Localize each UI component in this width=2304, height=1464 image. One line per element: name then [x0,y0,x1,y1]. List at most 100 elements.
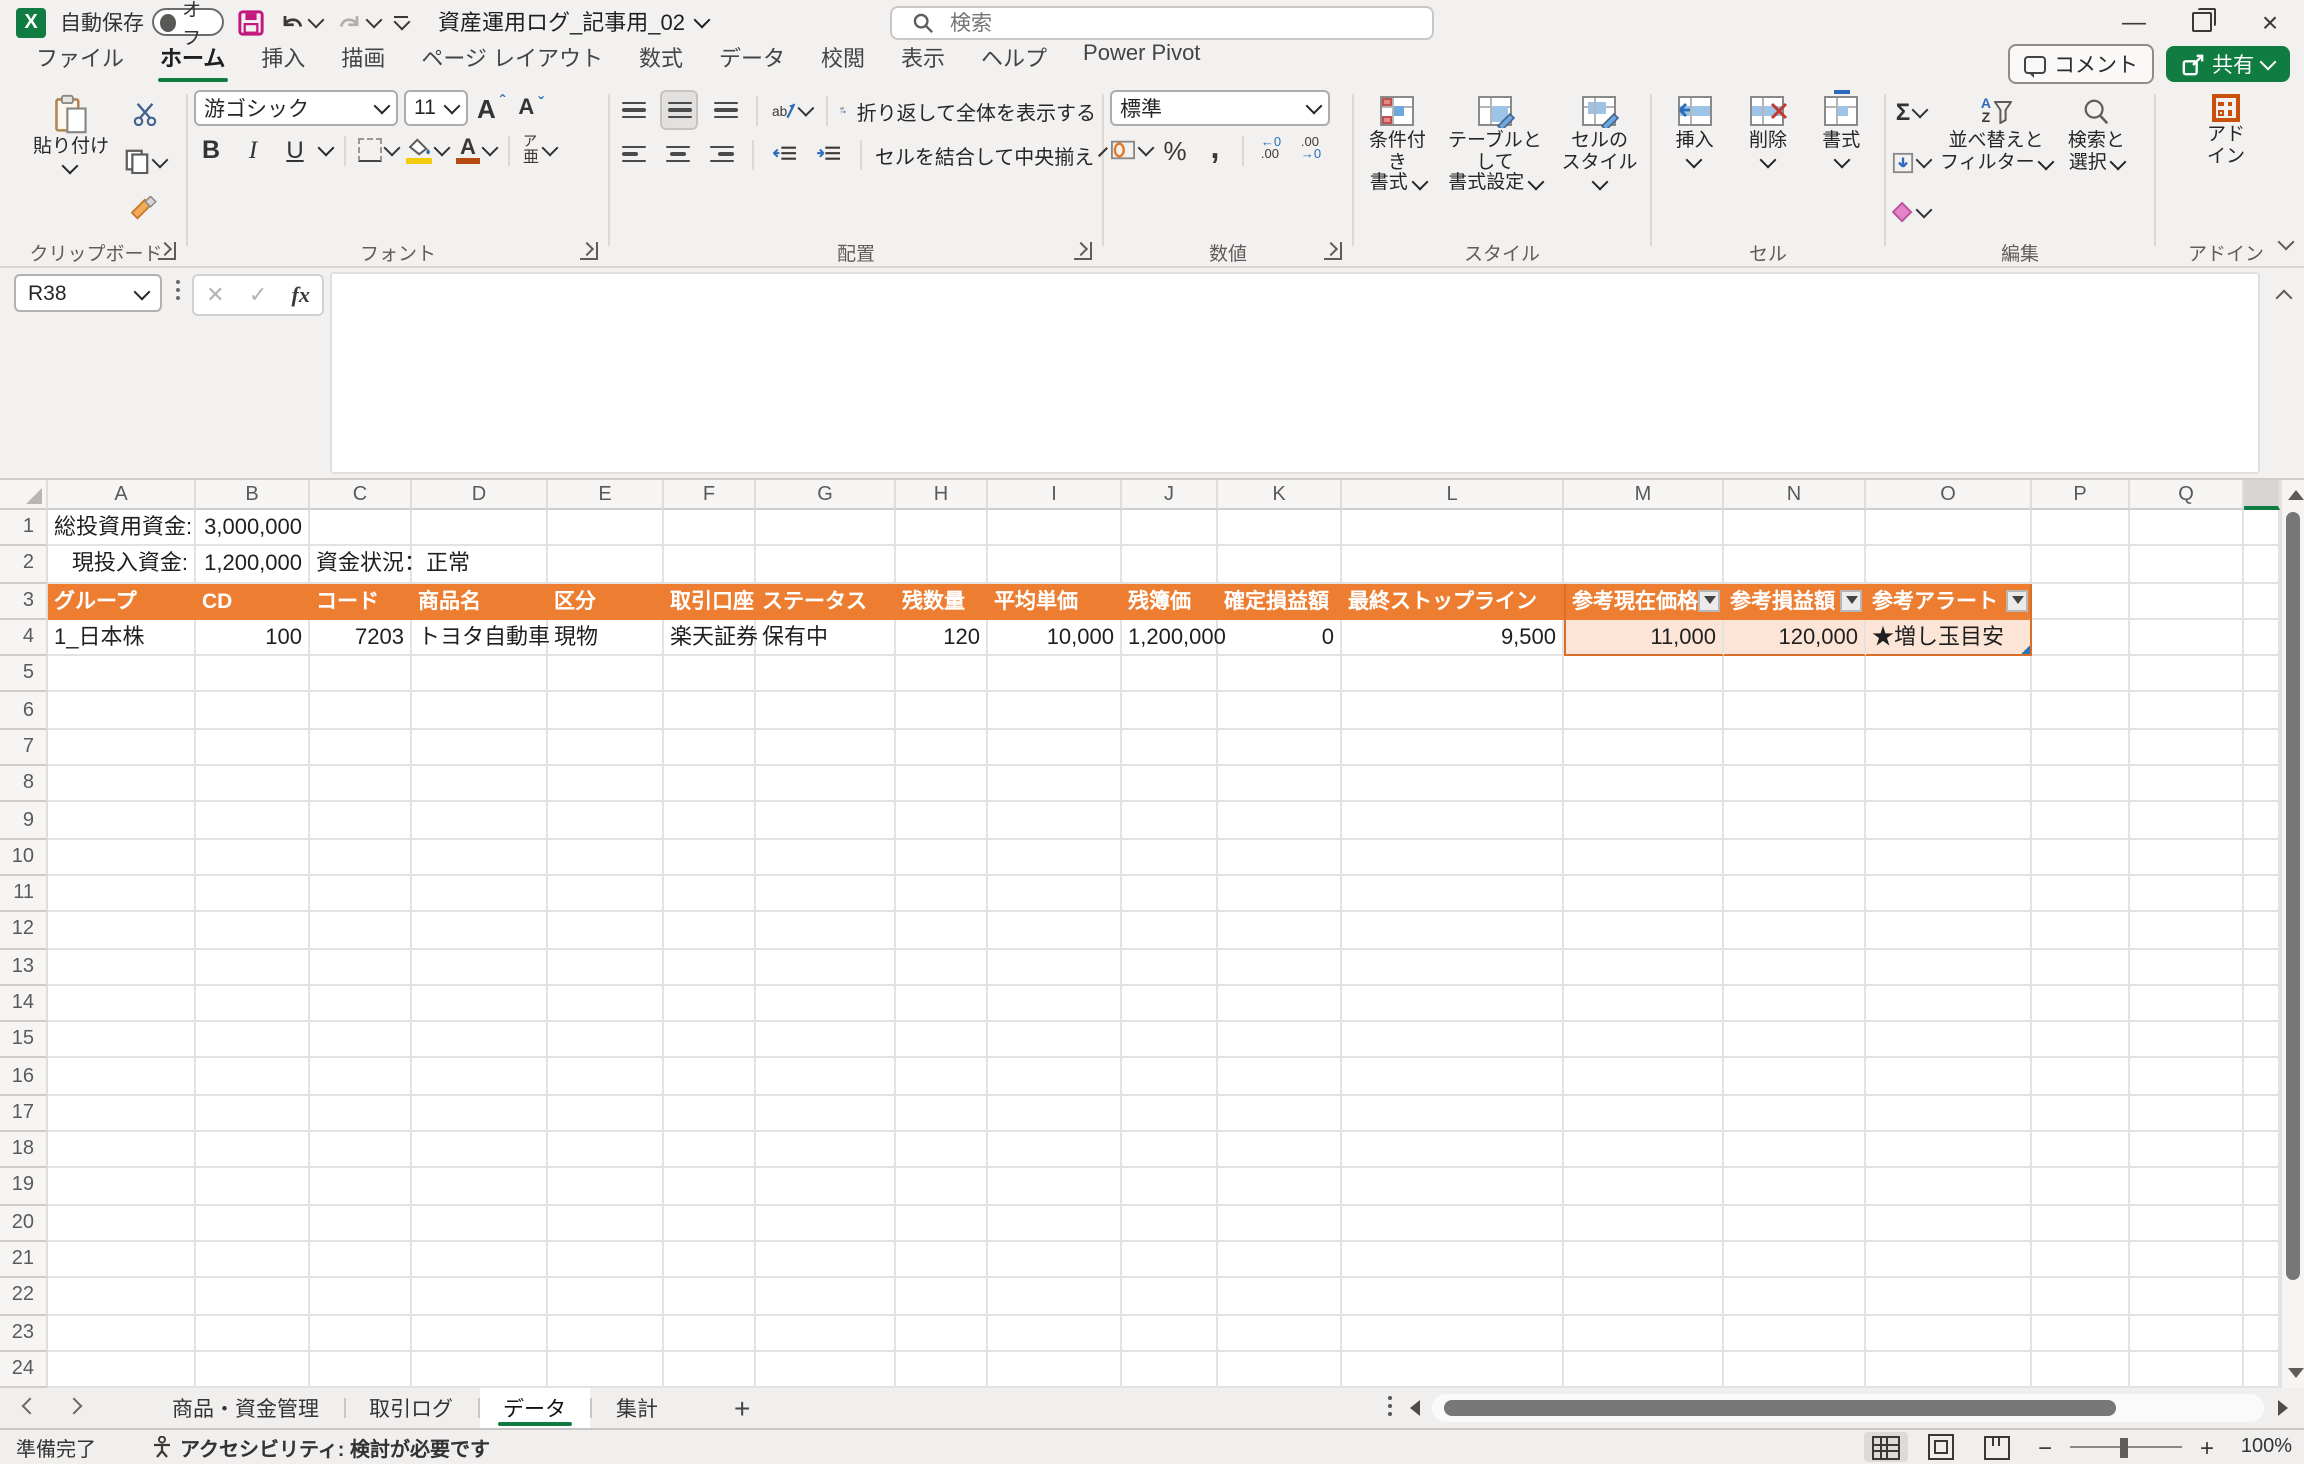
cell-R21[interactable] [2244,1242,2280,1279]
decrease-font-button[interactable]: Aˇ [514,90,548,126]
cell-F15[interactable] [664,1022,756,1059]
cell-E18[interactable] [548,1132,664,1169]
cell-D20[interactable] [412,1205,548,1242]
cell-D17[interactable] [412,1096,548,1133]
cell-G24[interactable] [756,1352,896,1388]
cell-E3[interactable]: 区分 [548,583,664,620]
cell-E10[interactable] [548,839,664,876]
cell-E8[interactable] [548,766,664,803]
cell-N20[interactable] [1724,1205,1866,1242]
cell-G9[interactable] [756,803,896,840]
cell-R4[interactable] [2244,620,2280,657]
cell-H19[interactable] [896,1169,988,1206]
cell-E14[interactable] [548,986,664,1023]
cell-R11[interactable] [2244,876,2280,913]
scroll-left-arrow-icon[interactable] [1410,1400,1420,1416]
orientation-button[interactable]: ab [772,92,811,128]
cell-M6[interactable] [1564,693,1724,730]
cell-D16[interactable] [412,1059,548,1096]
align-top-button[interactable] [616,92,650,128]
fill-button[interactable] [1892,144,1930,180]
cell-L3[interactable]: 最終ストップライン [1342,583,1564,620]
cell-K3[interactable]: 確定損益額 [1218,583,1342,620]
enter-formula-button[interactable]: ✓ [249,282,267,308]
cell-F10[interactable] [664,839,756,876]
cell-O4[interactable]: ★増し玉目安 [1866,620,2032,657]
cell-B17[interactable] [196,1096,310,1133]
col-header-O[interactable]: O [1866,480,2032,510]
cell-B10[interactable] [196,839,310,876]
col-header-C[interactable]: C [310,480,412,510]
cell-H24[interactable] [896,1352,988,1388]
cell-E1[interactable] [548,510,664,547]
cell-K15[interactable] [1218,1022,1342,1059]
cell-H21[interactable] [896,1242,988,1279]
cell-A11[interactable] [48,876,196,913]
col-header-R[interactable] [2244,480,2280,510]
cell-B6[interactable] [196,693,310,730]
cell-D8[interactable] [412,766,548,803]
cell-G1[interactable] [756,510,896,547]
sheet-tab-取引ログ[interactable]: 取引ログ [345,1388,477,1428]
cell-R6[interactable] [2244,693,2280,730]
collapse-ribbon-button[interactable] [2280,230,2292,254]
cell-Q3[interactable] [2130,583,2244,620]
cell-F23[interactable] [664,1315,756,1352]
cell-R15[interactable] [2244,1022,2280,1059]
cell-G13[interactable] [756,949,896,986]
col-header-N[interactable]: N [1724,480,1866,510]
cell-L7[interactable] [1342,730,1564,767]
sheet-tab-集計[interactable]: 集計 [592,1388,682,1428]
cell-A3[interactable]: グループ [48,583,196,620]
cell-N7[interactable] [1724,730,1866,767]
cell-O8[interactable] [1866,766,2032,803]
cell-D23[interactable] [412,1315,548,1352]
cell-M24[interactable] [1564,1352,1724,1388]
ribbon-tab-データ[interactable]: データ [701,42,803,82]
cell-Q5[interactable] [2130,656,2244,693]
comma-button[interactable]: , [1198,132,1232,168]
col-header-P[interactable]: P [2032,480,2130,510]
cell-K21[interactable] [1218,1242,1342,1279]
cell-R16[interactable] [2244,1059,2280,1096]
cell-E22[interactable] [548,1278,664,1315]
cell-H2[interactable] [896,547,988,584]
cell-O23[interactable] [1866,1315,2032,1352]
cell-O15[interactable] [1866,1022,2032,1059]
cell-O6[interactable] [1866,693,2032,730]
col-header-L[interactable]: L [1342,480,1564,510]
cell-C15[interactable] [310,1022,412,1059]
cell-O22[interactable] [1866,1278,2032,1315]
cell-G19[interactable] [756,1169,896,1206]
cell-O12[interactable] [1866,913,2032,950]
cell-R12[interactable] [2244,913,2280,950]
cell-N11[interactable] [1724,876,1866,913]
row-header-3[interactable]: 3 [0,583,48,620]
cell-P3[interactable] [2032,583,2130,620]
cell-F19[interactable] [664,1169,756,1206]
cell-F1[interactable] [664,510,756,547]
page-break-view-button[interactable] [1976,1432,2020,1462]
cell-J20[interactable] [1122,1205,1218,1242]
cell-N10[interactable] [1724,839,1866,876]
cell-A12[interactable] [48,913,196,950]
cell-M13[interactable] [1564,949,1724,986]
name-box-resize-handle[interactable] [176,280,180,300]
sheet-nav-right-icon[interactable] [66,1398,83,1415]
cell-B13[interactable] [196,949,310,986]
ribbon-tab-ヘルプ[interactable]: ヘルプ [963,42,1065,82]
zoom-slider[interactable] [2070,1446,2182,1449]
cell-B12[interactable] [196,913,310,950]
cell-H6[interactable] [896,693,988,730]
cell-A10[interactable] [48,839,196,876]
cell-A1[interactable]: 総投資用資金: [48,510,196,547]
cell-B5[interactable] [196,656,310,693]
sheet-nav-left-icon[interactable] [22,1398,39,1415]
cell-I23[interactable] [988,1315,1122,1352]
cell-P4[interactable] [2032,620,2130,657]
cell-A14[interactable] [48,986,196,1023]
cell-I5[interactable] [988,656,1122,693]
row-header-12[interactable]: 12 [0,913,48,950]
cell-M22[interactable] [1564,1278,1724,1315]
cell-J11[interactable] [1122,876,1218,913]
